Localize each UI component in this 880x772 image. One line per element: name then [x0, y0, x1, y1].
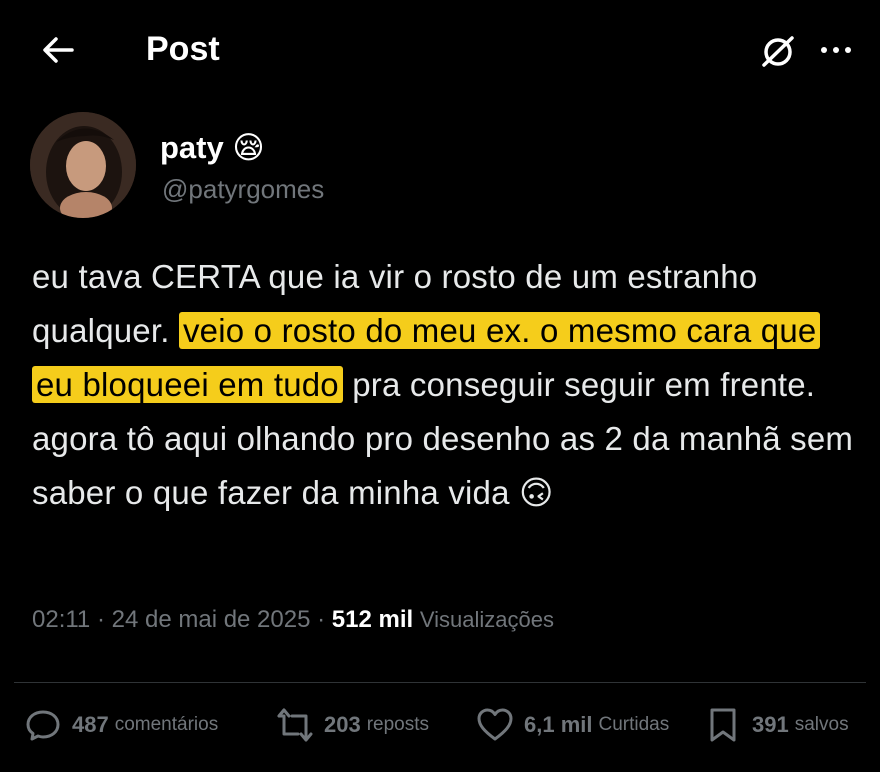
tweet-text: eu tava CERTA que ia vir o rosto de um e… — [32, 250, 862, 520]
arrow-left-icon — [43, 37, 74, 63]
bookmark-icon — [710, 708, 736, 742]
upside-down-face-emoji: 🙃 — [519, 474, 554, 511]
divider — [14, 682, 866, 683]
avatar-image — [30, 112, 136, 218]
top-bar: Post — [0, 0, 880, 100]
repost-label: reposts — [366, 714, 430, 735]
display-name-text: paty — [160, 130, 224, 165]
bookmark-button[interactable]: 391 salvos — [704, 706, 849, 744]
back-button[interactable] — [38, 30, 78, 70]
avatar[interactable] — [30, 112, 136, 218]
more-horizontal-icon — [821, 47, 851, 53]
grok-button[interactable] — [758, 32, 798, 72]
meta-separator: · — [317, 606, 326, 633]
repost-count: 203 — [324, 712, 361, 737]
meta-separator: · — [96, 606, 105, 633]
bookmark-label: salvos — [794, 714, 849, 735]
grok-icon — [762, 36, 794, 67]
display-name[interactable]: paty 😪 — [160, 130, 265, 166]
views-count: 512 mil — [331, 606, 414, 633]
tweet-meta: 02:11 · 24 de mai de 2025 · 512 mil Visu… — [32, 606, 554, 634]
like-label: Curtidas — [598, 714, 670, 735]
comment-label: comentários — [114, 714, 219, 735]
more-options-button[interactable] — [818, 40, 854, 60]
action-bar: 487 comentários 203 reposts 6,1 mil Curt… — [0, 698, 880, 758]
tweet-date[interactable]: 24 de mai de 2025 — [112, 606, 311, 633]
views-label: Visualizações — [419, 607, 554, 632]
bookmark-count: 391 — [752, 712, 789, 737]
user-handle[interactable]: @patyrgomes — [162, 174, 324, 205]
comment-count: 487 — [72, 712, 109, 737]
heart-icon — [477, 708, 513, 741]
like-button[interactable]: 6,1 mil Curtidas — [476, 706, 669, 744]
tweet-time[interactable]: 02:11 — [32, 606, 90, 633]
repost-button[interactable]: 203 reposts — [276, 706, 429, 744]
sleepy-face-emoji: 😪 — [232, 130, 265, 165]
page-title: Post — [146, 30, 220, 68]
repost-icon — [277, 708, 313, 742]
comment-button[interactable]: 487 comentários — [24, 706, 218, 744]
comment-icon — [26, 710, 60, 741]
like-count: 6,1 mil — [524, 712, 593, 737]
